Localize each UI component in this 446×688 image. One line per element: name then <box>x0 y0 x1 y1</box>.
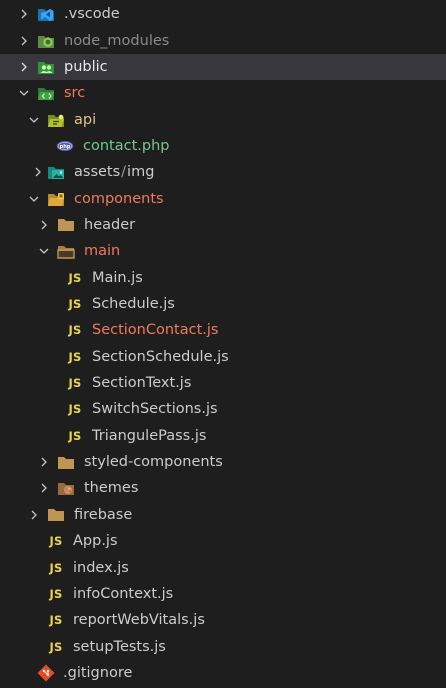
tree-item-label: components <box>74 190 164 207</box>
php-file-icon: php <box>56 137 74 155</box>
tree-item-app-js[interactable]: JS App.js <box>0 528 446 554</box>
js-file-icon: JS <box>68 376 82 391</box>
chevron-right-icon[interactable] <box>36 217 52 233</box>
images-folder-icon <box>47 163 65 181</box>
tree-item-label: assets/img <box>74 159 154 185</box>
svg-text:php: php <box>60 144 71 150</box>
chevron-right-icon[interactable] <box>30 164 46 180</box>
tree-item-infocontext-js[interactable]: JS infoContext.js <box>0 581 446 607</box>
tree-item-main-js[interactable]: JS Main.js <box>0 265 446 291</box>
tree-item-styled-components[interactable]: styled-components <box>0 449 446 475</box>
tree-item-label: Main.js <box>92 269 143 286</box>
tree-item-label: themes <box>84 480 139 497</box>
tree-item-sectionschedule-js[interactable]: JS SectionSchedule.js <box>0 344 446 370</box>
tree-item-gitignore[interactable]: .gitignore <box>0 660 446 686</box>
tree-item-vscode[interactable]: .vscode <box>0 1 446 27</box>
src-folder-icon <box>37 84 55 102</box>
js-file-icon: JS <box>49 560 63 575</box>
tree-item-label: .vscode <box>64 6 120 23</box>
chevron-down-icon[interactable] <box>26 112 42 128</box>
git-file-icon <box>37 664 55 682</box>
tree-item-label: .gitignore <box>63 664 133 681</box>
folder-icon <box>57 453 75 471</box>
tree-item-index-js[interactable]: JS index.js <box>0 554 446 580</box>
js-file-icon: JS <box>68 349 82 364</box>
js-file-icon: JS <box>49 534 63 549</box>
tree-item-main[interactable]: main <box>0 238 446 264</box>
folder-icon <box>47 506 65 524</box>
tree-item-label: SectionSchedule.js <box>92 348 229 365</box>
js-file-icon: JS <box>49 639 63 654</box>
chevron-right-icon[interactable] <box>16 33 32 49</box>
tree-item-label: reportWebVitals.js <box>73 612 205 629</box>
tree-item-label: App.js <box>73 533 118 550</box>
tree-item-label: public <box>64 58 108 75</box>
js-file-icon: JS <box>68 323 82 338</box>
tree-item-label: Schedule.js <box>92 296 175 313</box>
path-segment-img: img <box>127 164 155 181</box>
chevron-down-icon[interactable] <box>16 85 32 101</box>
tree-item-trianguleclass-js[interactable]: JS TriangulePass.js <box>0 423 446 449</box>
js-file-icon: JS <box>68 270 82 285</box>
public-folder-icon <box>37 58 55 76</box>
tree-item-contact-php[interactable]: php contact.php <box>0 133 446 159</box>
tree-item-setuptests-js[interactable]: JS setupTests.js <box>0 633 446 659</box>
js-file-icon: JS <box>68 428 82 443</box>
vscode-folder-icon <box>37 5 55 23</box>
tree-item-sectiontext-js[interactable]: JS SectionText.js <box>0 370 446 396</box>
tree-item-schedule-js[interactable]: JS Schedule.js <box>0 291 446 317</box>
js-file-icon: JS <box>49 613 63 628</box>
chevron-down-icon[interactable] <box>26 191 42 207</box>
tree-item-label: node_modules <box>64 32 170 49</box>
chevron-right-icon[interactable] <box>16 6 32 22</box>
chevron-right-icon[interactable] <box>26 507 42 523</box>
tree-item-label: main <box>84 243 121 260</box>
tree-item-components[interactable]: components <box>0 185 446 211</box>
tree-item-api[interactable]: api <box>0 106 446 132</box>
tree-item-firebase[interactable]: firebase <box>0 502 446 528</box>
tree-item-label: TriangulePass.js <box>92 427 207 444</box>
tree-item-header[interactable]: header <box>0 212 446 238</box>
tree-item-assets-img[interactable]: assets/img <box>0 159 446 185</box>
folder-icon <box>57 216 75 234</box>
tree-item-src[interactable]: src <box>0 80 446 106</box>
tree-item-public[interactable]: public <box>0 53 446 81</box>
chevron-right-icon[interactable] <box>36 480 52 496</box>
tree-item-label: infoContext.js <box>73 585 174 602</box>
tree-item-themes[interactable]: themes <box>0 475 446 501</box>
tree-item-reportwebvitals-js[interactable]: JS reportWebVitals.js <box>0 607 446 633</box>
tree-item-label: SectionText.js <box>92 375 192 392</box>
tree-item-node-modules[interactable]: node_modules <box>0 27 446 53</box>
tree-item-label: header <box>84 216 136 233</box>
chevron-down-icon[interactable] <box>36 243 52 259</box>
chevron-right-icon[interactable] <box>16 59 32 75</box>
path-segment-assets: assets <box>74 164 121 181</box>
tree-item-switchsections-js[interactable]: JS SwitchSections.js <box>0 396 446 422</box>
components-folder-icon <box>47 190 65 208</box>
tree-item-label: src <box>64 85 86 102</box>
tree-item-sectioncontact-js[interactable]: JS SectionContact.js <box>0 317 446 343</box>
path-separator: / <box>121 164 127 181</box>
js-file-icon: JS <box>49 586 63 601</box>
folder-open-icon <box>57 242 75 260</box>
tree-item-label: api <box>74 111 97 128</box>
chevron-right-icon[interactable] <box>36 454 52 470</box>
tree-item-label: styled-components <box>84 454 223 471</box>
tree-item-label: SectionContact.js <box>92 322 219 339</box>
tree-item-label: index.js <box>73 559 129 576</box>
tree-item-label: SwitchSections.js <box>92 401 218 418</box>
api-folder-icon <box>47 111 65 129</box>
js-file-icon: JS <box>68 402 82 417</box>
js-file-icon: JS <box>68 297 82 312</box>
tree-item-label: contact.php <box>83 137 170 154</box>
tree-item-label: setupTests.js <box>73 638 166 655</box>
tree-item-label: firebase <box>74 506 133 523</box>
node-modules-folder-icon <box>37 32 55 50</box>
themes-folder-icon <box>57 479 75 497</box>
